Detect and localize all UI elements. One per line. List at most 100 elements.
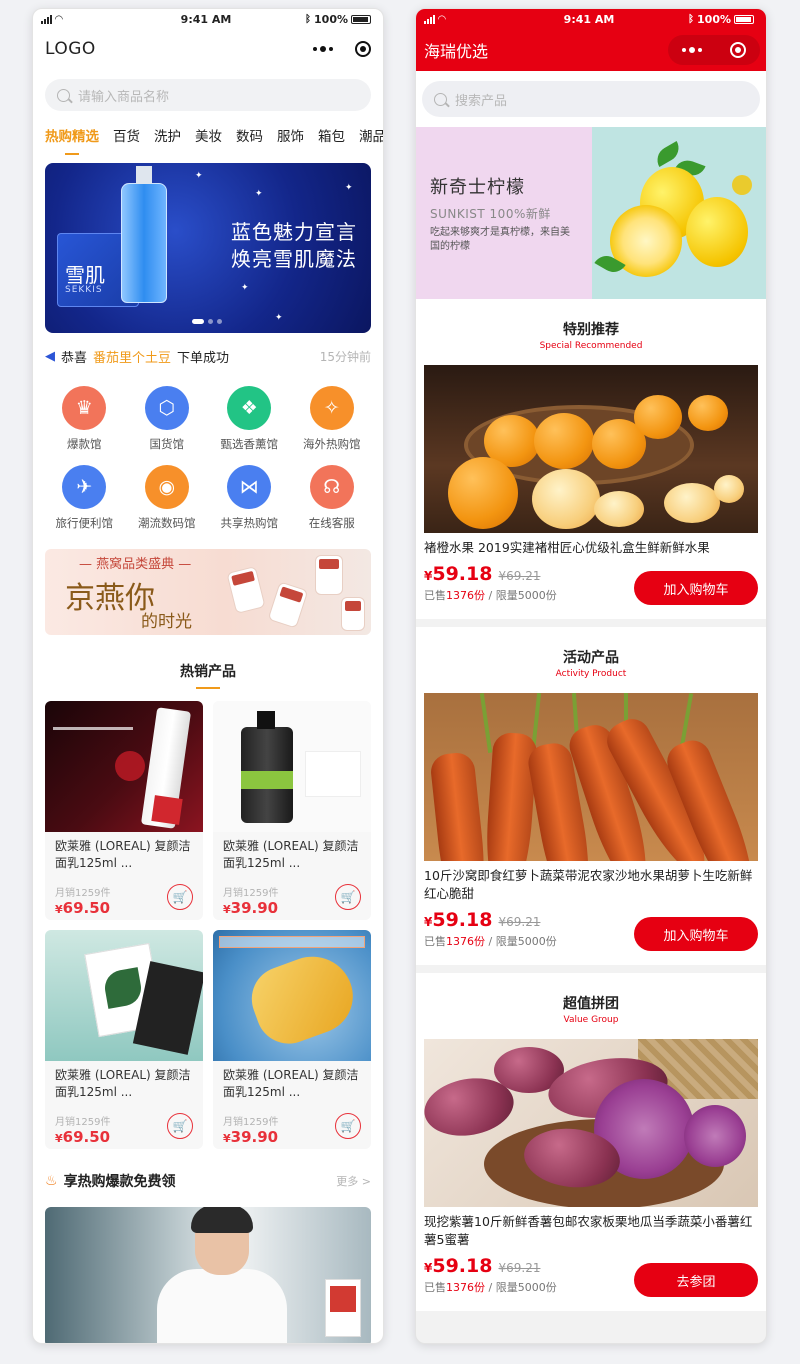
gift-box-image xyxy=(325,1279,361,1337)
tab-clothing[interactable]: 服饰 xyxy=(277,125,304,145)
hero-banner[interactable]: ✦ ✦ ✦ ✦ ✦ 雪肌 SEKKIS 蓝色魅力宣言 焕亮雪肌魔法 xyxy=(45,163,371,333)
product-jar-image xyxy=(267,581,309,629)
sale-limit: / 限量5000份 xyxy=(485,1281,557,1294)
category-entry[interactable]: ♛ 爆款馆 xyxy=(43,386,126,452)
product-image-sweet-potatoes[interactable] xyxy=(424,1039,758,1207)
perfume-icon: ❖ xyxy=(227,386,272,430)
product-card[interactable]: 欧莱雅 (LOREAL) 复颜洁面乳125ml ... 月销1259件 ¥39.… xyxy=(213,930,371,1149)
section-title-en: Special Recommended xyxy=(539,341,643,351)
cart-icon[interactable]: 🛒 xyxy=(167,1113,193,1139)
cart-icon[interactable]: 🛒 xyxy=(167,884,193,910)
price-value: 69.50 xyxy=(62,899,111,917)
camera-icon: ◉ xyxy=(144,465,189,509)
price-value: 59.18 xyxy=(432,563,493,585)
price-value: 69.50 xyxy=(62,1128,111,1146)
category-entry[interactable]: ⋈ 共享热购馆 xyxy=(208,465,291,531)
category-entry[interactable]: ◉ 潮流数码馆 xyxy=(126,465,209,531)
close-target-icon[interactable] xyxy=(730,42,746,58)
product-name[interactable]: 现挖紫薯10斤新鲜香薯包邮农家板栗地瓜当季蔬菜小番薯红薯5蜜薯 xyxy=(424,1213,758,1249)
fire-icon: ♨ xyxy=(45,1173,58,1189)
more-icon[interactable] xyxy=(313,46,333,52)
app-logo: LOGO xyxy=(45,39,96,59)
model-image xyxy=(157,1269,287,1343)
product-image-men-cleanser xyxy=(213,701,371,832)
category-entry[interactable]: ⬡ 国货馆 xyxy=(126,386,209,452)
original-price: ¥69.21 xyxy=(498,569,541,583)
add-to-cart-button[interactable]: 加入购物车 xyxy=(634,571,758,605)
crown-icon: ♛ xyxy=(62,386,107,430)
cart-icon[interactable]: 🛒 xyxy=(335,1113,361,1139)
category-label: 在线客服 xyxy=(308,516,355,530)
phone-left: ◠ 9:41 AM ᛒ 100% LOGO 请输入商品名称 热购精选 百货 洗护… xyxy=(32,8,384,1344)
price-value: 39.90 xyxy=(230,1128,279,1146)
battery-percent: 100% xyxy=(314,12,348,26)
product-price: ¥59.18 xyxy=(424,563,492,585)
category-entry[interactable]: ❖ 甄选香薰馆 xyxy=(208,386,291,452)
price-value: 59.18 xyxy=(432,1255,493,1277)
product-card[interactable]: 欧莱雅 (LOREAL) 复颜洁面乳125ml ... 月销1259件 ¥69.… xyxy=(45,930,203,1149)
bluetooth-icon: ᛒ xyxy=(688,13,695,25)
category-entry[interactable]: ✈ 旅行便利馆 xyxy=(43,465,126,531)
tab-trend[interactable]: 潮品 xyxy=(359,125,383,145)
product-name: 欧莱雅 (LOREAL) 复颜洁面乳125ml ... xyxy=(55,1068,191,1099)
hot-products-grid: 欧莱雅 (LOREAL) 复颜洁面乳125ml ... 月销1259件 ¥69.… xyxy=(33,681,383,1149)
headset-icon: ☊ xyxy=(309,465,354,509)
more-link[interactable]: 更多 > xyxy=(336,1173,371,1189)
search-placeholder: 搜索产品 xyxy=(455,93,508,109)
price-row: ¥59.18 ¥69.21 已售1376份 / 限量5000份 去参团 xyxy=(424,1255,758,1297)
sold-count: 1376份 xyxy=(446,935,485,948)
search-input[interactable]: 请输入商品名称 xyxy=(45,79,371,111)
cart-icon[interactable]: 🛒 xyxy=(335,884,361,910)
tab-general[interactable]: 百货 xyxy=(113,125,140,145)
section-title-en: Activity Product xyxy=(555,669,627,679)
product-card[interactable]: 欧莱雅 (LOREAL) 复颜洁面乳125ml ... 月销1259件 ¥69.… xyxy=(45,701,203,920)
banner-slogan: 蓝色魅力宣言 焕亮雪肌魔法 xyxy=(231,219,357,273)
free-section-header: ♨ 享热购爆款免费领 更多 > xyxy=(33,1171,383,1191)
product-jar-image xyxy=(341,597,365,631)
product-image-oranges[interactable] xyxy=(424,365,758,533)
more-icon[interactable] xyxy=(682,47,702,53)
tab-care[interactable]: 洗护 xyxy=(154,125,181,145)
status-bar: ◠ 9:41 AM ᛒ 100% xyxy=(416,9,766,29)
battery-percent: 100% xyxy=(697,12,731,26)
tab-beauty[interactable]: 美妆 xyxy=(195,125,222,145)
join-group-button[interactable]: 去参团 xyxy=(634,1263,758,1297)
red-header-area: ◠ 9:41 AM ᛒ 100% 海瑞优选 xyxy=(416,9,766,71)
airplane-icon: ✈ xyxy=(62,465,107,509)
category-tabs: 热购精选 百货 洗护 美妆 数码 服饰 箱包 潮品 xyxy=(33,125,383,155)
product-image-carrots[interactable] xyxy=(424,693,758,861)
tab-digital[interactable]: 数码 xyxy=(236,125,263,145)
category-entry[interactable]: ☊ 在线客服 xyxy=(291,465,374,531)
carousel-indicator[interactable] xyxy=(192,319,222,324)
product-card[interactable]: 欧莱雅 (LOREAL) 复颜洁面乳125ml ... 月销1259件 ¥39.… xyxy=(213,701,371,920)
lemon-banner[interactable]: 新奇士柠檬 SUNKIST 100%新鲜 吃起来够爽才是真柠檬，来自美国的柠檬 xyxy=(416,127,766,299)
product-name[interactable]: 褚橙水果 2019实建褚柑匠心优级礼盒生鲜新鲜水果 xyxy=(424,539,758,557)
bird-nest-promo-banner[interactable]: — 燕窝品类盛典 — 京燕你 的时光 xyxy=(45,549,371,635)
sold-count: 1376份 xyxy=(446,589,485,602)
app-header: 海瑞优选 xyxy=(416,29,766,71)
sold-prefix: 已售 xyxy=(424,935,446,948)
category-label: 潮流数码馆 xyxy=(138,516,196,530)
product-section: 特别推荐 Special Recommended 褚橙水果 2019实建褚柑匠心优级… xyxy=(416,299,766,619)
app-header: LOGO xyxy=(33,29,383,69)
lemon-description: 吃起来够爽才是真柠檬，来自美国的柠檬 xyxy=(430,227,570,252)
promo-top-label: 燕窝品类盛典 xyxy=(96,557,175,572)
signal-icon xyxy=(41,14,52,24)
tab-bags[interactable]: 箱包 xyxy=(318,125,345,145)
add-to-cart-button[interactable]: 加入购物车 xyxy=(634,917,758,951)
megaphone-icon: ◀ xyxy=(45,349,55,364)
compass-icon: ✧ xyxy=(309,386,354,430)
search-input[interactable]: 搜索产品 xyxy=(422,81,760,117)
section-title-en: Value Group xyxy=(563,1015,619,1025)
sold-prefix: 已售 xyxy=(424,1281,446,1294)
category-entry[interactable]: ✧ 海外热购馆 xyxy=(291,386,374,452)
tab-hot-picks[interactable]: 热购精选 xyxy=(45,125,99,155)
sold-count: 1376份 xyxy=(446,1281,485,1294)
original-price: ¥69.21 xyxy=(498,1261,541,1275)
product-name[interactable]: 10斤沙窝即食红萝卜蔬菜带泥农家沙地水果胡萝卜生吃新鲜红心脆甜 xyxy=(424,867,758,903)
product-image-gel xyxy=(213,930,371,1061)
free-giveaway-banner[interactable] xyxy=(45,1207,371,1343)
notice-prefix: 恭喜 xyxy=(61,351,88,366)
close-target-icon[interactable] xyxy=(355,41,371,57)
search-icon xyxy=(57,88,70,102)
